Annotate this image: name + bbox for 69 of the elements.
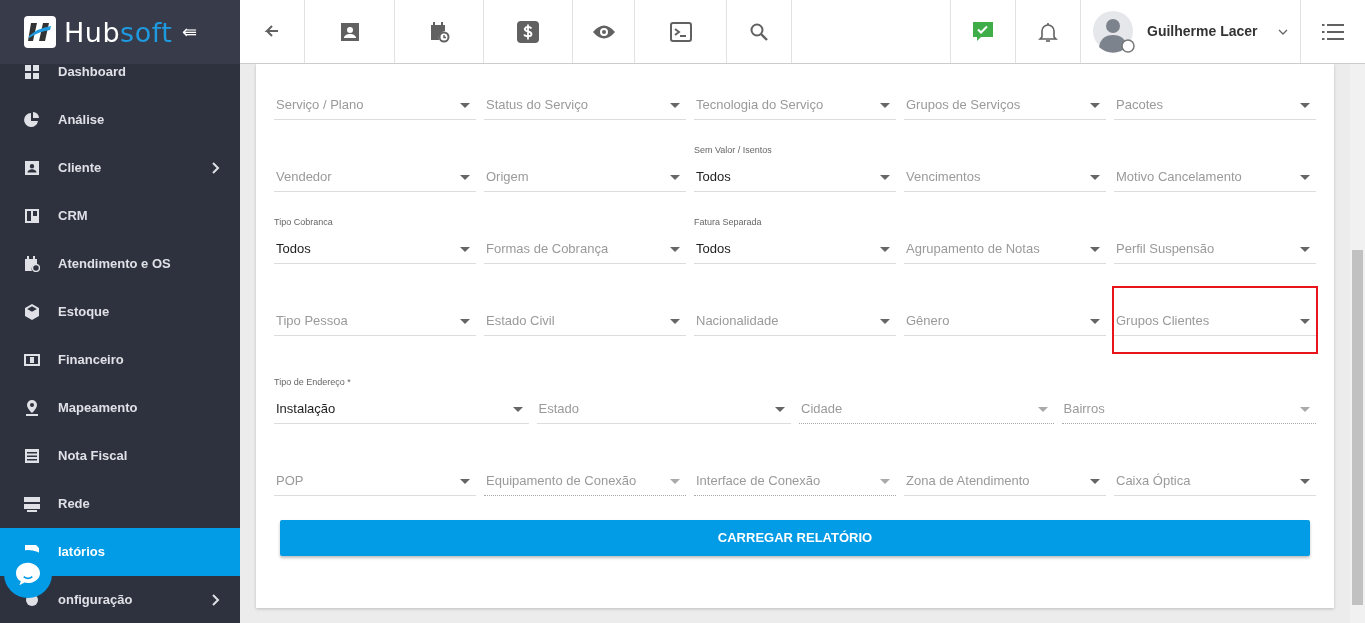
- caret-icon: [880, 247, 890, 252]
- caret-icon: [1090, 479, 1100, 484]
- caret-icon: [460, 479, 470, 484]
- caret-icon: [1090, 247, 1100, 252]
- logo-icon: [24, 16, 56, 48]
- sidebar-item[interactable]: Atendimento e OS: [0, 240, 240, 288]
- dollar-icon: [516, 19, 540, 44]
- sidebar-item[interactable]: Nota Fiscal: [0, 432, 240, 480]
- caret-icon: [460, 103, 470, 108]
- caret-icon: [670, 103, 680, 108]
- brand-name: Hubsoft: [64, 18, 173, 46]
- select-field[interactable]: Todos: [694, 166, 896, 192]
- caret-icon: [670, 319, 680, 324]
- field-label: Tipo Cobranca: [274, 218, 333, 228]
- caret-icon: [880, 175, 890, 180]
- caret-icon: [670, 479, 680, 484]
- menu-icon: [24, 352, 40, 368]
- select-field[interactable]: Instalação: [274, 398, 529, 424]
- sidebar-item[interactable]: Cliente: [0, 144, 240, 192]
- caret-icon: [880, 103, 890, 108]
- menu-icon: [24, 400, 40, 416]
- caret-icon: [1090, 319, 1100, 324]
- sidebar-item[interactable]: Análise: [0, 96, 240, 144]
- sidebar-item[interactable]: Rede: [0, 480, 240, 528]
- terminal-icon: [668, 19, 693, 44]
- user-menu[interactable]: Guilherme Lacer: [1080, 0, 1300, 63]
- caret-icon: [460, 247, 470, 252]
- collapse-button[interactable]: ⇚: [182, 18, 198, 46]
- sidebar-item[interactable]: Mapeamento: [0, 384, 240, 432]
- caret-icon: [1278, 28, 1288, 35]
- scrollbar[interactable]: [1350, 64, 1365, 623]
- sidebar-item[interactable]: CRM: [0, 192, 240, 240]
- caret-icon: [670, 175, 680, 180]
- caret-icon: [1300, 479, 1310, 484]
- caret-icon: [1037, 407, 1048, 412]
- field-label: Sem Valor / Isentos: [694, 146, 772, 156]
- menu-icon: [24, 304, 40, 320]
- caret-icon: [1300, 175, 1310, 180]
- menu-icon: [24, 112, 40, 128]
- menu-icon: [24, 448, 40, 464]
- caret-icon: [1300, 407, 1310, 412]
- caret-icon: [1300, 247, 1310, 252]
- caret-icon: [512, 407, 523, 412]
- chat-icon: [15, 562, 41, 586]
- caret-icon: [880, 319, 890, 324]
- caret-icon: [1300, 319, 1310, 324]
- menu-icon: [24, 160, 40, 176]
- caret-icon: [1300, 103, 1310, 108]
- caret-icon: [670, 247, 680, 252]
- caret-icon: [460, 319, 470, 324]
- select-field[interactable]: Todos: [274, 238, 476, 264]
- menu-icon: [24, 256, 40, 272]
- chat-check-icon: [972, 20, 994, 43]
- menu-icon: [24, 208, 40, 224]
- caret-icon: [880, 479, 890, 484]
- caret-icon: [1090, 103, 1100, 108]
- caret-icon: [460, 175, 470, 180]
- avatar-icon: [1093, 10, 1135, 53]
- bell-icon: [1037, 20, 1059, 43]
- select-field[interactable]: Todos: [694, 238, 896, 264]
- sidebar-item[interactable]: Financeiro: [0, 336, 240, 384]
- field-label: Tipo de Endereço *: [274, 378, 351, 388]
- menu-icon: [24, 64, 40, 80]
- menu-icon: [24, 496, 40, 512]
- sidebar-item[interactable]: Estoque: [0, 288, 240, 336]
- field-label: Fatura Separada: [694, 218, 762, 228]
- caret-icon: [1090, 175, 1100, 180]
- caret-icon: [775, 407, 785, 412]
- list-icon: [1322, 22, 1344, 41]
